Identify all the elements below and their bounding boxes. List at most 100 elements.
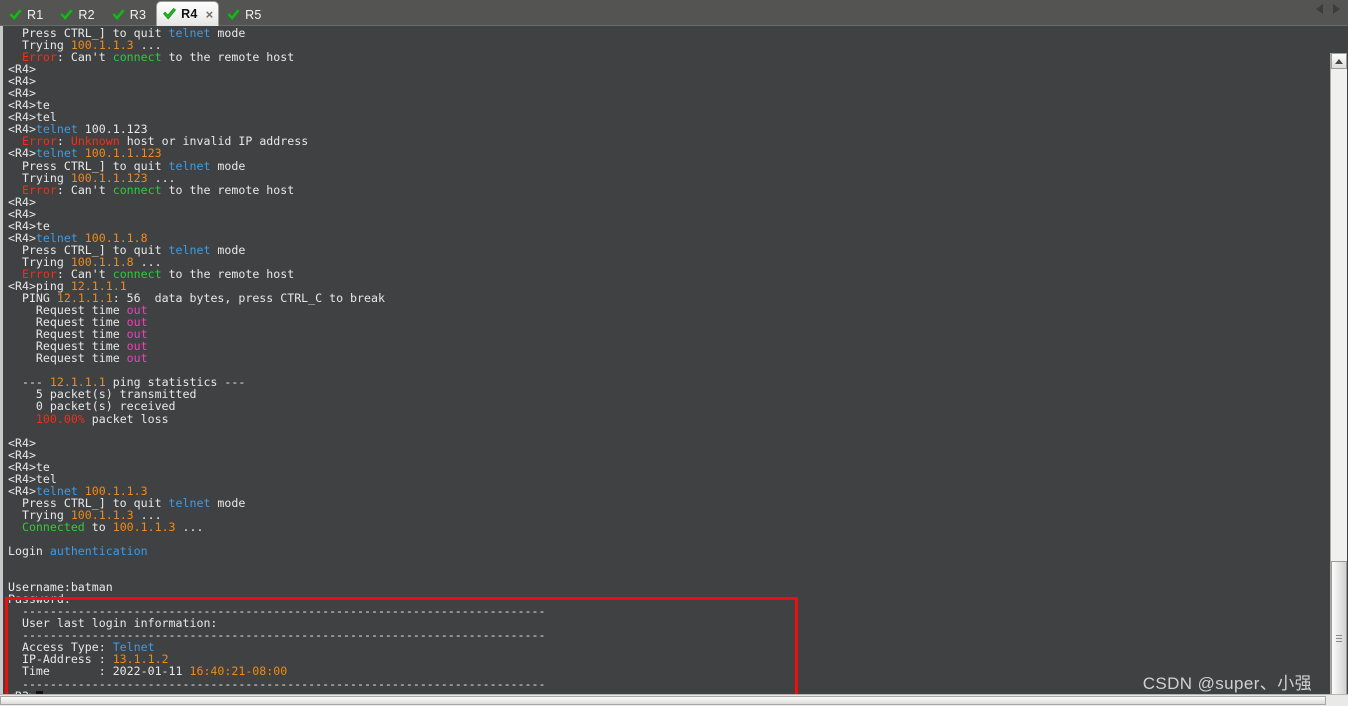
terminal-text: connect	[112, 50, 162, 65]
green-check-icon	[111, 8, 126, 22]
terminal-text: mode	[210, 242, 246, 257]
terminal-line: Error: Can't connect to the remote host	[8, 268, 1320, 280]
scroll-tabs-right-icon[interactable]	[1333, 4, 1340, 14]
tab-label: R2	[78, 8, 95, 22]
terminal-text: telnet	[168, 495, 211, 510]
terminal-text: mode	[210, 495, 246, 510]
terminal-text: telnet	[168, 26, 211, 40]
terminal-line: ----------------------------------------…	[8, 629, 1320, 641]
terminal-line: <R4>	[8, 208, 1320, 220]
terminal-text: : Can't	[56, 182, 113, 197]
tab-r4[interactable]: R4 ×	[156, 1, 220, 26]
tab-label: R5	[245, 8, 262, 22]
vertical-scrollbar[interactable]	[1330, 53, 1347, 706]
scrollbar-grip-icon	[1336, 633, 1342, 644]
terminal-line: 100.00% packet loss	[8, 411, 1320, 426]
close-tab-icon[interactable]: ×	[206, 8, 214, 21]
terminal-text: connect	[112, 182, 162, 197]
terminal-line: Login authentication	[8, 545, 1320, 557]
vertical-scrollbar-thumb[interactable]	[1331, 561, 1347, 706]
terminal-text: 100.00%	[35, 411, 85, 426]
horizontal-scrollbar[interactable]	[0, 694, 1348, 706]
green-check-icon	[162, 7, 177, 21]
terminal-line: <R4>te	[8, 99, 1320, 111]
scroll-up-button[interactable]	[1331, 53, 1347, 69]
terminal-line: <R4>	[8, 63, 1320, 75]
terminal-text: to the remote host	[161, 50, 295, 65]
terminal-line: PING 12.1.1.1: 56 data bytes, press CTRL…	[8, 292, 1320, 304]
tab-label: R1	[27, 8, 44, 22]
tab-nav-controls	[1316, 4, 1340, 14]
terminal-text: packet loss	[84, 411, 169, 426]
tab-r2[interactable]: R2	[53, 4, 103, 26]
terminal-text: to	[84, 519, 113, 534]
terminal-line: Press CTRL_] to quit telnet mode	[8, 497, 1320, 509]
green-check-icon	[59, 8, 74, 22]
terminal-line: <R4>te	[8, 461, 1320, 473]
terminal-line: Press CTRL_] to quit telnet mode	[8, 244, 1320, 256]
terminal-screen: Press CTRL_] to quit telnet mode Trying …	[8, 27, 1320, 702]
terminal-line: Request time out	[8, 352, 1320, 364]
terminal-text: 100.1.1.3	[112, 519, 176, 534]
terminal-line: ----------------------------------------…	[8, 678, 1320, 690]
terminal-text: to the remote host	[161, 266, 295, 281]
terminal-text: Request time	[8, 351, 127, 366]
triangle-up-icon	[1335, 58, 1343, 64]
terminal-line: <R4>tel	[8, 111, 1320, 123]
terminal-line: Press CTRL_] to quit telnet mode	[8, 27, 1320, 39]
terminal-text: : 56 data bytes, press CTRL_C to break	[112, 291, 385, 306]
terminal-line: Error: Unknown host or invalid IP addres…	[8, 135, 1320, 147]
terminal-text: : Can't	[56, 50, 113, 65]
terminal-line: Trying 100.1.1.3 ...	[8, 509, 1320, 521]
terminal-line: Request time out	[8, 316, 1320, 328]
terminal-output-pane[interactable]: Press CTRL_] to quit telnet mode Trying …	[0, 26, 1348, 706]
terminal-line: <R4>	[8, 87, 1320, 99]
green-check-icon	[226, 8, 241, 22]
terminal-line: Request time out	[8, 304, 1320, 316]
terminal-line: Error: Can't connect to the remote host	[8, 184, 1320, 196]
terminal-line: Access Type: Telnet	[8, 641, 1320, 653]
terminal-line: 0 packet(s) received	[8, 400, 1320, 412]
terminal-line: <R4>tel	[8, 473, 1320, 485]
terminal-text: to the remote host	[161, 182, 295, 197]
terminal-text: ...	[175, 519, 204, 534]
scroll-tabs-left-icon[interactable]	[1316, 4, 1323, 14]
terminal-line: <R4>	[8, 449, 1320, 461]
tab-bar: R1 R2 R3 R4 × R5	[0, 0, 1348, 26]
terminal-line: 5 packet(s) transmitted	[8, 388, 1320, 400]
terminal-text: telnet	[168, 242, 211, 257]
horizontal-scrollbar-thumb[interactable]	[0, 696, 1326, 705]
watermark-text: CSDN @super、小强	[1142, 674, 1312, 693]
terminal-text: Login	[8, 544, 50, 559]
terminal-text: ----------------------------------------…	[8, 676, 546, 691]
terminal-text: authentication	[49, 544, 148, 559]
green-check-icon	[8, 8, 23, 22]
terminal-window: R1 R2 R3 R4 × R5 Press CTRL_] to quit telnet …	[0, 0, 1348, 706]
tab-list: R1 R2 R3 R4 × R5	[0, 0, 1348, 26]
tab-r1[interactable]: R1	[2, 4, 52, 26]
terminal-text: mode	[210, 26, 246, 40]
terminal-line: Request time out	[8, 340, 1320, 352]
terminal-line: Username:batman	[8, 581, 1320, 593]
terminal-line: Error: Can't connect to the remote host	[8, 51, 1320, 63]
tab-label: R3	[129, 8, 147, 22]
terminal-line: <R4>te	[8, 220, 1320, 232]
tab-r3[interactable]: R3	[105, 4, 155, 26]
terminal-line: Request time out	[8, 328, 1320, 340]
terminal-text: Connected	[21, 519, 85, 534]
tab-r5[interactable]: R5	[220, 4, 270, 26]
terminal-text: mode	[210, 158, 246, 173]
terminal-line: --- 12.1.1.1 ping statistics ---	[8, 376, 1320, 388]
terminal-line: Press CTRL_] to quit telnet mode	[8, 158, 1320, 173]
terminal-line: <R4>	[8, 437, 1320, 449]
terminal-text: out	[126, 351, 148, 366]
terminal-line: <R4>	[8, 75, 1320, 87]
terminal-line: <R4>	[8, 196, 1320, 208]
terminal-line: Connected to 100.1.1.3 ...	[8, 521, 1320, 533]
